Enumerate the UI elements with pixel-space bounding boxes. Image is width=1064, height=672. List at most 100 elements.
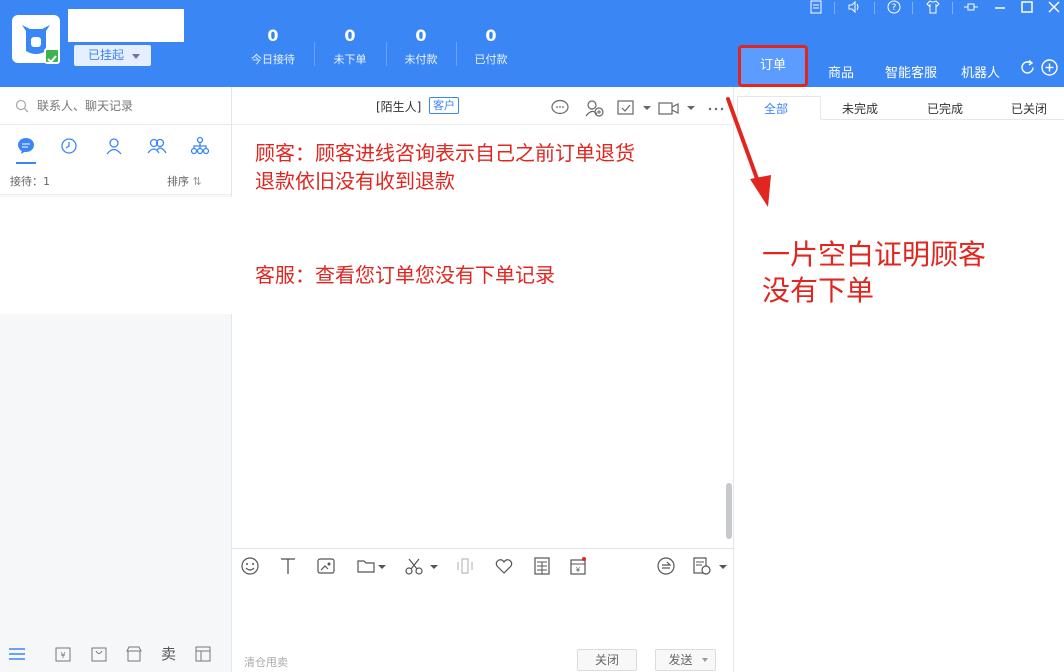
task-icon[interactable] bbox=[616, 99, 636, 117]
history-icon[interactable] bbox=[692, 556, 712, 576]
stat-value: 0 bbox=[485, 26, 497, 45]
org-tree-icon[interactable] bbox=[190, 136, 210, 156]
active-tab-indicator bbox=[16, 162, 36, 164]
coupon-icon[interactable]: ¥ bbox=[54, 645, 72, 663]
chevron-down-icon[interactable] bbox=[377, 556, 387, 576]
divider bbox=[952, 2, 953, 14]
speaker-icon[interactable] bbox=[846, 0, 862, 16]
close-icon[interactable] bbox=[1047, 0, 1061, 16]
stat-value: 0 bbox=[344, 26, 356, 45]
tab-completed[interactable]: 已完成 bbox=[927, 100, 963, 117]
message-input[interactable] bbox=[232, 582, 733, 637]
message-customer: 顾客：顾客进线咨询表示自己之前订单退货 退款依旧没有收到退款 bbox=[255, 139, 635, 195]
input-toolbar: ¥ bbox=[232, 548, 733, 582]
sell-icon[interactable]: 卖 bbox=[161, 645, 179, 663]
status-label: 已挂起 bbox=[88, 48, 125, 62]
maximize-icon[interactable] bbox=[1020, 0, 1034, 16]
sort-label: 排序 bbox=[167, 175, 189, 188]
tab-products[interactable]: 商品 bbox=[828, 62, 854, 81]
chevron-down-icon[interactable] bbox=[642, 99, 652, 117]
add-circle-icon[interactable] bbox=[1041, 59, 1058, 76]
tab-label: 智能客服 bbox=[885, 66, 938, 81]
search-icon bbox=[15, 99, 29, 113]
refresh-icon[interactable] bbox=[1019, 59, 1036, 76]
annotation-text: 一片空白证明顾客 没有下单 bbox=[762, 237, 986, 309]
calculator-icon[interactable] bbox=[532, 556, 552, 576]
stat-unpaid: 0 未付款 bbox=[386, 26, 456, 68]
message-line: 退款依旧没有收到退款 bbox=[255, 169, 455, 193]
shake-icon[interactable] bbox=[455, 556, 475, 576]
chat-footer: 清仓甩卖 关闭 发送 bbox=[232, 637, 733, 672]
video-icon[interactable] bbox=[658, 99, 679, 117]
scissors-icon[interactable] bbox=[404, 556, 424, 576]
sort-icon: ⇅ bbox=[192, 175, 202, 188]
transfer-icon[interactable] bbox=[656, 556, 676, 576]
chat-bubble-icon[interactable] bbox=[16, 136, 36, 156]
message-line: 顾客：顾客进线咨询表示自己之前订单退货 bbox=[255, 141, 635, 165]
scrollbar-thumb[interactable] bbox=[726, 483, 732, 539]
tab-incomplete[interactable]: 未完成 bbox=[842, 100, 878, 117]
tab-orders[interactable]: 订单 bbox=[738, 45, 808, 87]
menu-icon[interactable] bbox=[8, 645, 26, 663]
stat-value: 0 bbox=[267, 26, 279, 45]
chevron-down-icon bbox=[702, 658, 708, 662]
contact-tabs bbox=[0, 125, 231, 165]
contact-list bbox=[0, 197, 236, 314]
shirt-icon[interactable] bbox=[925, 0, 941, 16]
contacts-panel: 接待：1 排序 ⇅ ¥ 卖 bbox=[0, 87, 236, 672]
emoji-icon[interactable] bbox=[240, 556, 260, 576]
add-contact-icon[interactable] bbox=[584, 99, 604, 117]
tab-label: 订单 bbox=[759, 58, 786, 73]
clock-icon[interactable] bbox=[59, 136, 79, 156]
tab-label: 商品 bbox=[828, 66, 855, 81]
reception-count: 接待：1 bbox=[10, 175, 50, 188]
stat-label: 未下单 bbox=[333, 53, 367, 66]
search-bar bbox=[0, 87, 231, 125]
customer-tag: 客户 bbox=[429, 97, 459, 114]
pin-icon[interactable] bbox=[962, 0, 980, 16]
folder-icon[interactable] bbox=[356, 556, 376, 576]
image-icon[interactable] bbox=[316, 556, 336, 576]
font-icon[interactable] bbox=[278, 556, 298, 576]
red-packet-icon[interactable]: ¥ bbox=[568, 556, 588, 576]
chat-panel: [陌生人] 客户 顾客：顾客进线咨询表示自己之前订单退货 退款依旧没有收到退款 … bbox=[232, 87, 733, 672]
help-icon[interactable]: ? bbox=[886, 0, 902, 16]
send-button[interactable]: 发送 bbox=[655, 649, 716, 671]
svg-text:¥: ¥ bbox=[60, 651, 65, 660]
sort-button[interactable]: 排序 ⇅ bbox=[167, 173, 202, 189]
tab-robot[interactable]: 机器人 bbox=[961, 62, 1000, 81]
search-input[interactable] bbox=[37, 96, 217, 116]
send-label: 发送 bbox=[668, 653, 693, 667]
tab-smart-service[interactable]: 智能客服 bbox=[885, 62, 937, 81]
promo-text[interactable]: 清仓甩卖 bbox=[244, 654, 288, 670]
stat-value: 0 bbox=[415, 26, 427, 45]
online-status-icon bbox=[44, 48, 60, 64]
heart-icon[interactable] bbox=[494, 556, 514, 576]
stat-paid: 0 已付款 bbox=[456, 26, 526, 68]
status-dropdown[interactable]: 已挂起 bbox=[74, 45, 151, 66]
quick-reply-icon[interactable] bbox=[550, 99, 570, 117]
divider bbox=[912, 2, 913, 14]
stat-label: 今日接待 bbox=[251, 53, 295, 66]
chevron-down-icon[interactable] bbox=[718, 556, 728, 576]
tab-label: 机器人 bbox=[961, 66, 1001, 81]
layout-icon[interactable] bbox=[194, 645, 212, 663]
tab-closed[interactable]: 已关闭 bbox=[1011, 100, 1047, 117]
stat-not-ordered: 0 未下单 bbox=[315, 26, 385, 68]
notes-icon[interactable] bbox=[808, 0, 824, 16]
annotation-line: 没有下单 bbox=[762, 274, 875, 307]
username-box bbox=[68, 9, 184, 42]
bag-icon[interactable] bbox=[90, 645, 108, 663]
reception-bar: 接待：1 排序 ⇅ bbox=[0, 165, 231, 195]
left-bottom-bar: ¥ 卖 bbox=[0, 636, 231, 672]
close-button[interactable]: 关闭 bbox=[577, 649, 637, 671]
user-icon[interactable] bbox=[104, 136, 124, 156]
chevron-down-icon[interactable] bbox=[429, 556, 439, 576]
minimize-icon[interactable] bbox=[993, 0, 1007, 16]
svg-text:¥: ¥ bbox=[576, 566, 581, 574]
chevron-down-icon[interactable] bbox=[686, 99, 696, 117]
shop-icon[interactable] bbox=[125, 645, 143, 663]
chat-header: [陌生人] 客户 bbox=[232, 87, 733, 125]
group-icon[interactable] bbox=[147, 136, 167, 156]
divider bbox=[874, 2, 875, 14]
